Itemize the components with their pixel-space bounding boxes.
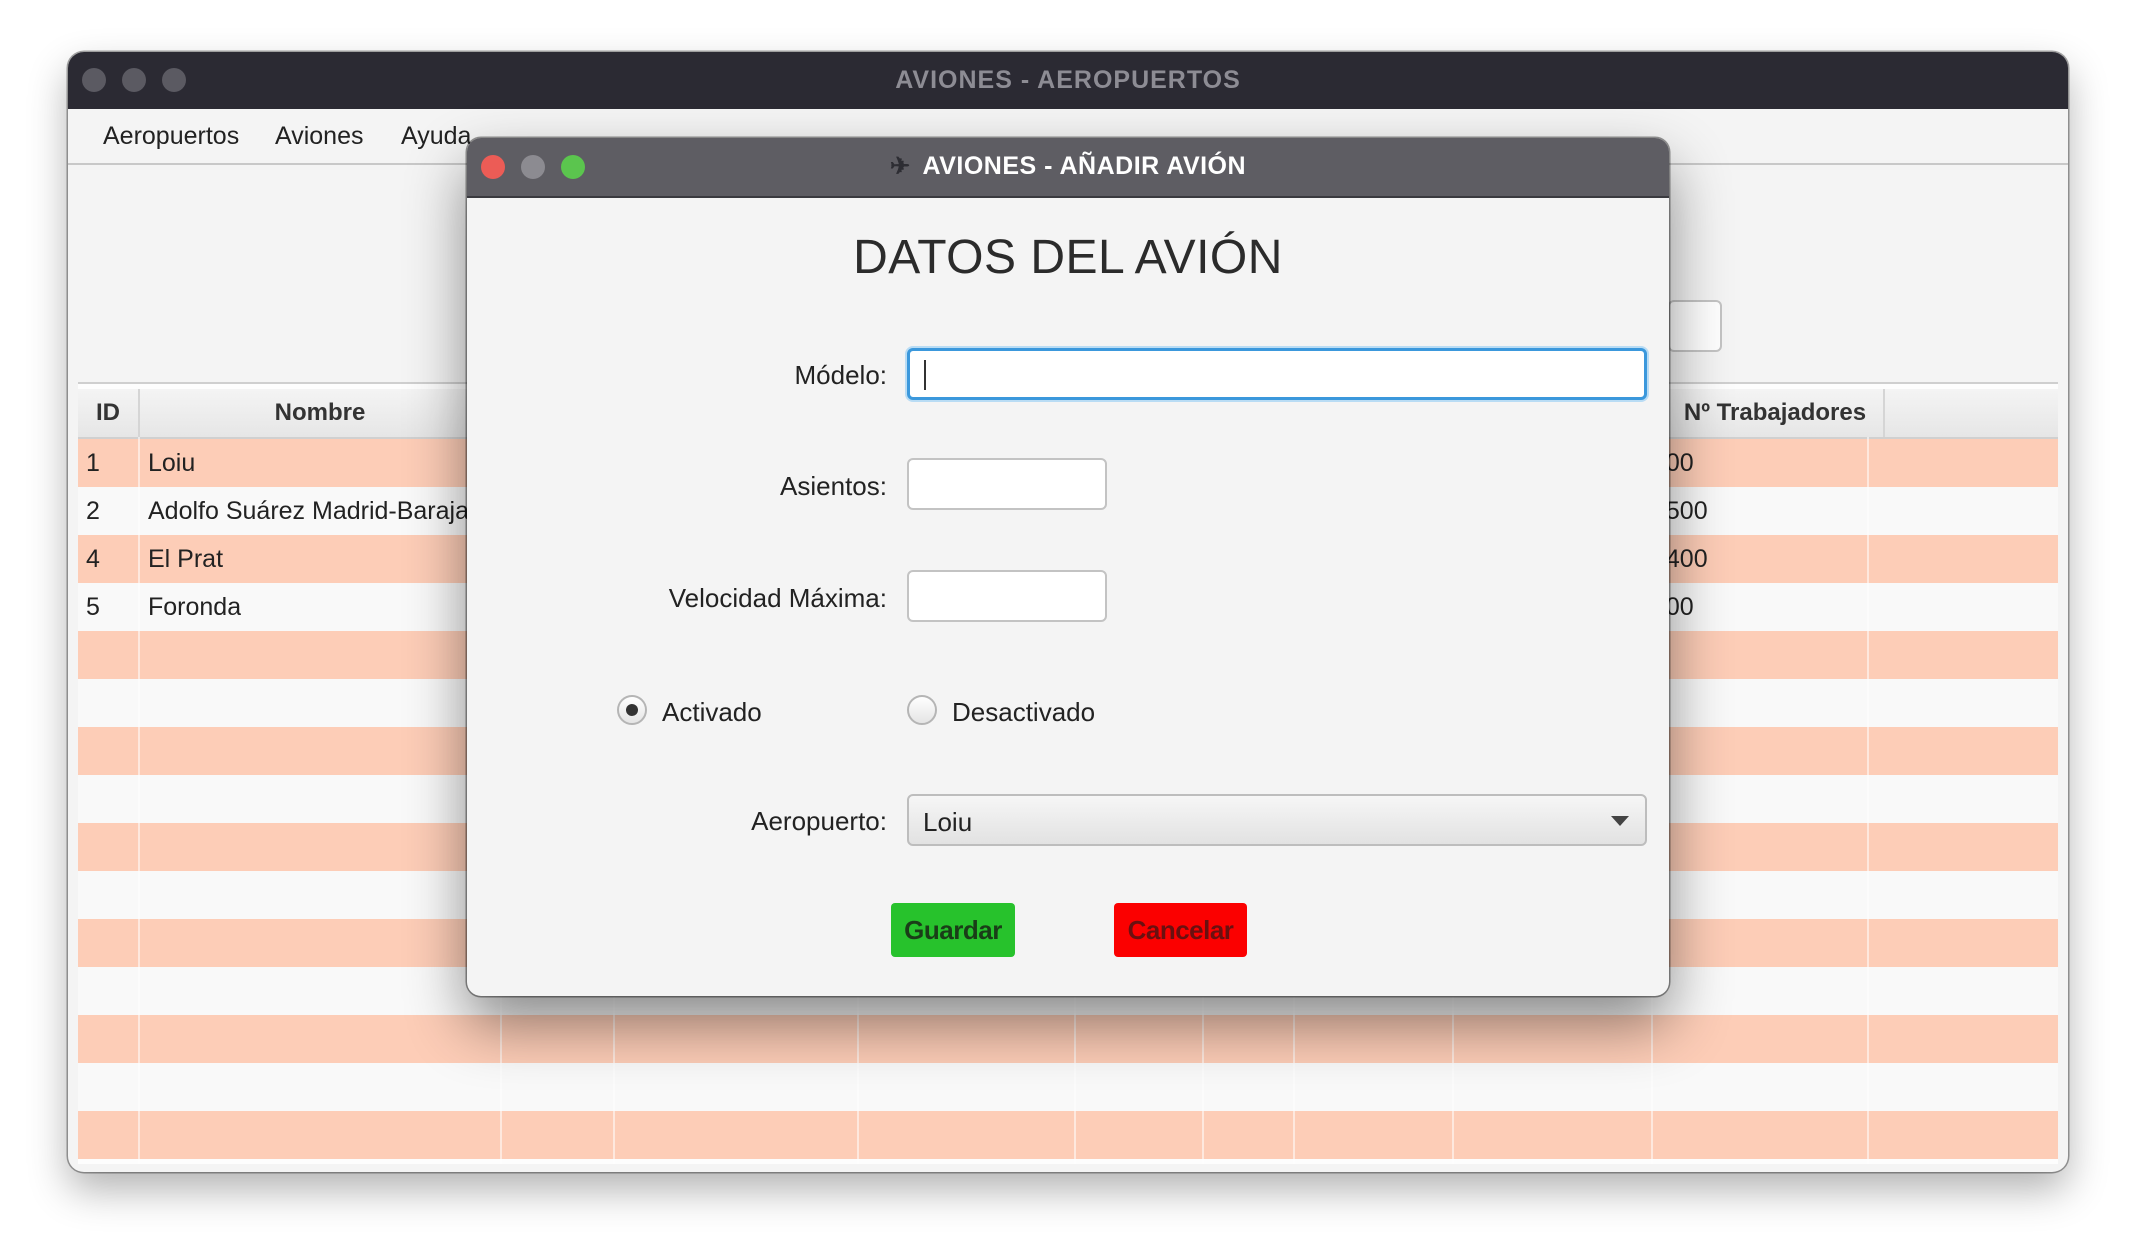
- column-header-id[interactable]: ID: [78, 389, 140, 437]
- radio-selected-dot: [626, 704, 638, 716]
- dialog-title: AVIONES - AÑADIR AVIÓN: [922, 152, 1247, 180]
- cell-id: 1: [86, 449, 100, 477]
- main-titlebar: AVIONES - AEROPUERTOS: [68, 52, 2068, 109]
- menu-aviones[interactable]: Aviones: [275, 122, 364, 151]
- cell-nombre: El Prat: [148, 545, 224, 573]
- search-input[interactable]: [1668, 300, 1722, 352]
- aeropuerto-select[interactable]: Loiu: [907, 794, 1647, 846]
- main-window-title: AVIONES - AEROPUERTOS: [895, 66, 1241, 94]
- dialog-heading: DATOS DEL AVIÓN: [853, 231, 1283, 284]
- modelo-input[interactable]: [907, 348, 1647, 400]
- desactivado-label[interactable]: Desactivado: [952, 697, 1095, 728]
- cell-nombre: Adolfo Suárez Madrid-Barajas: [148, 497, 482, 525]
- table-row-empty: [78, 1015, 2058, 1063]
- menu-aeropuertos[interactable]: Aeropuertos: [103, 122, 239, 151]
- desactivado-radio[interactable]: [907, 695, 937, 725]
- aeropuerto-selected-value: Loiu: [923, 807, 973, 837]
- text-caret: [924, 360, 926, 390]
- cell-nombre: Foronda: [148, 593, 242, 621]
- guardar-button[interactable]: Guardar: [891, 903, 1015, 957]
- velocidad-label: Velocidad Máxima:: [668, 583, 887, 613]
- column-header-nombre[interactable]: Nombre: [140, 389, 502, 437]
- table-row-empty: [78, 1111, 2058, 1159]
- cell-id: 2: [86, 497, 100, 525]
- column-header-trabajadores[interactable]: Nº Trabajadores: [1667, 389, 1885, 437]
- modelo-label: Módelo:: [794, 360, 888, 390]
- asientos-input[interactable]: [907, 458, 1107, 510]
- column-header-empty: [1885, 389, 2058, 437]
- velocidad-input[interactable]: [907, 570, 1107, 622]
- cancelar-button[interactable]: Cancelar: [1114, 903, 1247, 957]
- asientos-label: Asientos:: [780, 471, 887, 501]
- menu-ayuda[interactable]: Ayuda: [401, 122, 471, 151]
- column-divider: [138, 437, 140, 1164]
- airplane-icon: ✈: [889, 153, 911, 180]
- dialog-titlebar: ✈ AVIONES - AÑADIR AVIÓN: [467, 138, 1669, 198]
- dialog-title-wrap: ✈ AVIONES - AÑADIR AVIÓN: [467, 152, 1669, 181]
- activado-radio[interactable]: [617, 695, 647, 725]
- activado-label[interactable]: Activado: [662, 697, 762, 728]
- column-divider: [1867, 437, 1869, 1164]
- cell-id: 4: [86, 545, 100, 573]
- aeropuerto-label: Aeropuerto:: [751, 806, 887, 836]
- cell-id: 5: [86, 593, 100, 621]
- add-plane-dialog: ✈ AVIONES - AÑADIR AVIÓN DATOS DEL AVIÓN …: [467, 138, 1669, 996]
- chevron-down-icon: [1611, 816, 1629, 826]
- cell-nombre: Loiu: [148, 449, 196, 477]
- table-row-empty: [78, 1063, 2058, 1111]
